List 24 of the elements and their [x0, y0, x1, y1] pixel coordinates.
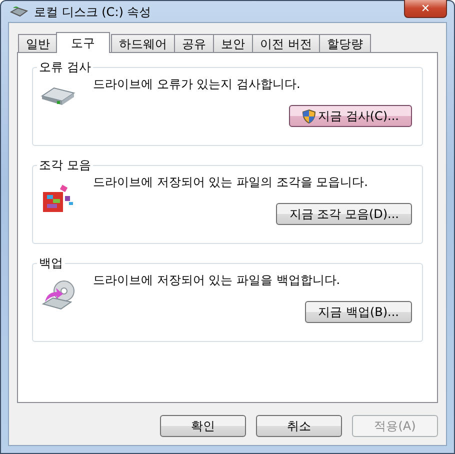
shield-icon	[302, 108, 316, 124]
close-button[interactable]: ✕	[404, 0, 447, 18]
window-title: 로컬 디스크 (C:) 속성	[34, 4, 152, 20]
tab[interactable]: 이전 버전	[252, 34, 320, 53]
dialog-button[interactable]: 확인	[160, 415, 246, 437]
group-title: 오류 검사	[37, 59, 93, 75]
tab[interactable]: 보안	[213, 34, 253, 53]
group-title: 조각 모음	[37, 157, 93, 173]
dialog-button[interactable]: 취소	[256, 415, 342, 437]
action-button[interactable]: 지금 조각 모음(D)...	[276, 203, 412, 225]
description-text: 드라이브에 오류가 있는지 검사합니다.	[93, 76, 302, 92]
action-button[interactable]: 지금 백업(B)...	[305, 301, 412, 323]
description-text: 드라이브에 저장되어 있는 파일의 조각을 모읍니다.	[93, 174, 369, 190]
defragment-icon	[41, 182, 75, 214]
tab[interactable]: 하드웨어	[111, 34, 175, 53]
tab[interactable]: 공유	[174, 34, 214, 53]
tab[interactable]: 할당량	[318, 34, 371, 53]
tab[interactable]: 도구	[56, 32, 110, 53]
description-text: 드라이브에 저장되어 있는 파일을 백업합니다.	[93, 272, 342, 288]
drive-icon	[10, 4, 28, 18]
backup-icon	[41, 280, 75, 312]
action-button[interactable]: 지금 검사(C)...	[289, 105, 412, 127]
tab[interactable]: 일반	[18, 34, 58, 53]
group-title: 백업	[37, 255, 65, 271]
